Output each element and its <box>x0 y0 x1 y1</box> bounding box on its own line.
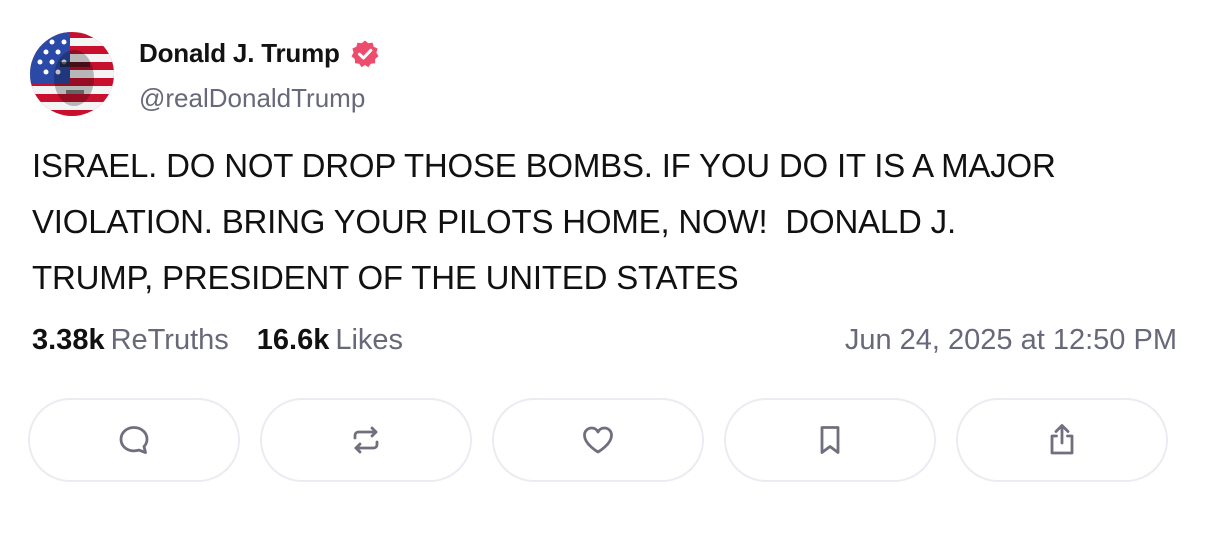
verified-badge-icon <box>351 40 379 67</box>
repost-icon <box>353 426 379 454</box>
retruths-label: ReTruths <box>110 324 229 356</box>
post-text: ISRAEL. DO NOT DROP THOSE BOMBS. IF YOU … <box>32 147 1056 296</box>
like-button[interactable] <box>492 398 704 482</box>
author-name[interactable]: Donald J. Trump <box>139 38 340 69</box>
avatar-image <box>30 32 114 116</box>
action-bar <box>28 398 1168 482</box>
likes-stat[interactable]: 16.6k Likes <box>257 324 403 357</box>
likes-label: Likes <box>335 324 404 356</box>
share-icon <box>1050 424 1074 455</box>
post-timestamp[interactable]: Jun 24, 2025 at 12:50 PM <box>845 324 1177 357</box>
author-name-row: Donald J. Trump <box>139 38 380 69</box>
share-button[interactable] <box>956 398 1168 482</box>
heart-icon <box>583 426 613 454</box>
likes-count: 16.6k <box>256 324 330 356</box>
bookmark-icon <box>820 426 840 454</box>
retruths-count: 3.38k <box>32 324 105 356</box>
retruths-stat[interactable]: 3.38k ReTruths <box>32 324 229 357</box>
comment-icon <box>119 426 149 454</box>
bookmark-button[interactable] <box>724 398 936 482</box>
avatar[interactable] <box>30 32 114 116</box>
reply-button[interactable] <box>28 398 240 482</box>
author-handle[interactable]: @realDonaldTrump <box>139 83 365 114</box>
post-stats: 3.38k ReTruths 16.6k Likes <box>32 324 403 357</box>
retruth-button[interactable] <box>260 398 472 482</box>
